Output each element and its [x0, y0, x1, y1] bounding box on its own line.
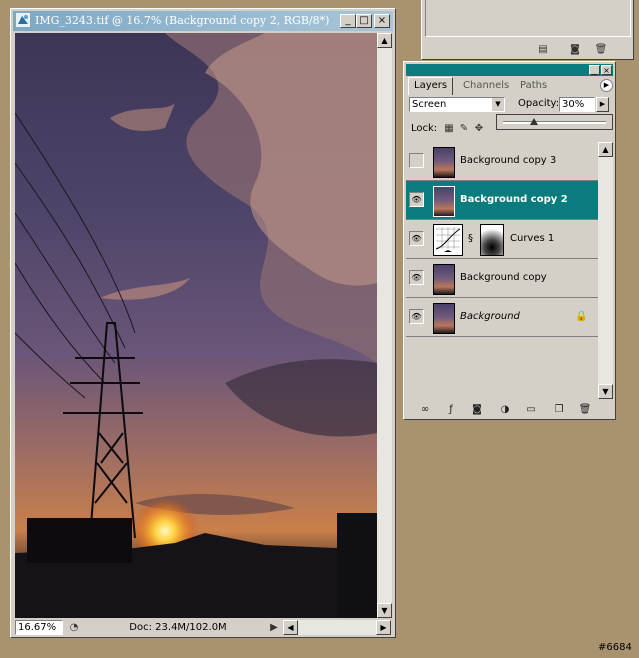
- lock-move-icon[interactable]: ✥: [472, 122, 486, 136]
- chevron-down-icon: ▼: [492, 98, 504, 111]
- lock-icon: 🔒: [575, 311, 588, 322]
- lock-paint-icon[interactable]: ✎: [457, 122, 471, 136]
- image-canvas[interactable]: [15, 33, 377, 618]
- new-group-icon[interactable]: ▭: [524, 403, 538, 417]
- palette-close-button[interactable]: ×: [601, 65, 612, 75]
- layers-palette-titlebar[interactable]: _ ×: [406, 64, 613, 76]
- scroll-up-arrow-icon[interactable]: ▲: [598, 142, 613, 157]
- blend-mode-select[interactable]: Screen ▼: [409, 97, 505, 112]
- doc-info: Doc: 23.4M/102.0M: [129, 622, 227, 633]
- photoshop-app-icon: [16, 13, 30, 27]
- opacity-slider[interactable]: [496, 114, 613, 130]
- layers-bottom-toolbar: ∞ ƒ ◙ ◑ ▭ ❐ 🗑: [406, 402, 613, 418]
- scroll-up-arrow-icon[interactable]: ▲: [377, 33, 392, 48]
- status-menu-arrow-icon[interactable]: ▶: [267, 621, 281, 635]
- layer-style-icon[interactable]: ƒ: [444, 403, 458, 417]
- layer-thumbnail[interactable]: [433, 186, 455, 217]
- minimize-button[interactable]: _: [340, 14, 356, 28]
- zoom-field[interactable]: 16.67%: [15, 620, 63, 635]
- visibility-eye-icon[interactable]: 👁: [409, 270, 424, 285]
- document-window: IMG_3243.tif @ 16.7% (Background copy 2,…: [10, 8, 396, 638]
- palette-menu-arrow-icon[interactable]: ▶: [600, 79, 613, 92]
- layers-palette: _ × Layers Channels Paths ▶ Screen ▼ Opa…: [403, 61, 616, 420]
- new-layer-icon[interactable]: ❐: [552, 403, 566, 417]
- blend-mode-value: Screen: [412, 99, 447, 110]
- scroll-right-arrow-icon[interactable]: ▶: [376, 620, 391, 635]
- opacity-slider-track: [503, 121, 606, 124]
- document-titlebar[interactable]: IMG_3243.tif @ 16.7% (Background copy 2,…: [13, 11, 393, 31]
- layer-thumbnail[interactable]: [433, 264, 455, 295]
- layers-scrollbar[interactable]: ▲ ▼: [598, 142, 613, 399]
- sunset-photo: [15, 33, 377, 618]
- lock-options: ▦ ✎ ✥: [442, 122, 502, 136]
- layer-name: Background copy: [460, 272, 547, 283]
- document-status-bar: 16.67% ◔ Doc: 23.4M/102.0M ▶ ◀ ▶: [15, 619, 393, 637]
- layer-list: 👁 Background copy 3 👁 Background copy 2 👁 § Cu…: [406, 142, 598, 399]
- watermark: #6684: [598, 642, 632, 653]
- trash-icon[interactable]: 🗑: [578, 403, 592, 417]
- lock-transparency-icon[interactable]: ▦: [442, 122, 456, 136]
- tab-layers[interactable]: Layers: [408, 77, 454, 95]
- scroll-left-arrow-icon[interactable]: ◀: [283, 620, 298, 635]
- layer-row[interactable]: 👁 Background 🔒: [406, 298, 598, 337]
- curves-adjustment-icon[interactable]: [433, 224, 463, 256]
- top-palette-content: [425, 0, 631, 37]
- top-palette: ▤ ◙ 🗑: [421, 0, 634, 60]
- scroll-down-arrow-icon[interactable]: ▼: [377, 603, 392, 618]
- add-mask-icon[interactable]: ◙: [470, 403, 484, 417]
- layer-row[interactable]: 👁 § Curves 1: [406, 220, 598, 259]
- layer-thumbnail[interactable]: [433, 303, 455, 334]
- opacity-slider-toggle-icon[interactable]: ▶: [596, 97, 609, 112]
- document-vertical-scrollbar[interactable]: ▲ ▼: [377, 33, 392, 618]
- maximize-button[interactable]: □: [356, 14, 372, 28]
- mask-link-icon[interactable]: §: [468, 233, 473, 244]
- layer-name: Curves 1: [510, 233, 555, 244]
- tab-paths[interactable]: Paths: [515, 78, 552, 93]
- visibility-eye-icon[interactable]: 👁: [409, 153, 424, 168]
- layer-thumbnail[interactable]: [433, 147, 455, 178]
- visibility-eye-icon[interactable]: 👁: [409, 309, 424, 324]
- close-button[interactable]: ×: [374, 14, 390, 28]
- layer-row[interactable]: 👁 Background copy 2: [406, 181, 598, 220]
- layer-name: Background copy 2: [460, 194, 568, 205]
- document-title: IMG_3243.tif @ 16.7% (Background copy 2,…: [35, 14, 330, 27]
- link-layers-icon[interactable]: ∞: [418, 403, 432, 417]
- layer-row[interactable]: 👁 Background copy: [406, 259, 598, 298]
- camera-icon[interactable]: ◙: [568, 43, 582, 57]
- visibility-eye-icon[interactable]: 👁: [409, 231, 424, 246]
- scroll-down-arrow-icon[interactable]: ▼: [598, 384, 613, 399]
- palette-tabs: Layers Channels Paths ▶: [406, 77, 613, 95]
- visibility-eye-icon[interactable]: 👁: [409, 192, 424, 207]
- opacity-slider-thumb[interactable]: [529, 118, 538, 125]
- tab-channels[interactable]: Channels: [458, 78, 514, 93]
- trash-icon[interactable]: 🗑: [594, 43, 608, 57]
- layer-name: Background: [460, 311, 520, 322]
- opacity-input[interactable]: 30%: [559, 97, 595, 112]
- new-adjustment-layer-icon[interactable]: ◑: [498, 403, 512, 417]
- layer-mask-thumbnail[interactable]: [480, 224, 504, 256]
- palette-minimize-button[interactable]: _: [589, 65, 600, 75]
- preview-icon[interactable]: ◔: [67, 621, 81, 635]
- layer-name: Background copy 3: [460, 155, 557, 166]
- opacity-label: Opacity:: [518, 98, 560, 109]
- layer-row[interactable]: 👁 Background copy 3: [406, 142, 598, 181]
- new-snapshot-icon[interactable]: ▤: [536, 43, 550, 57]
- document-horizontal-scrollbar[interactable]: ◀ ▶: [283, 620, 391, 635]
- lock-label: Lock:: [411, 123, 438, 134]
